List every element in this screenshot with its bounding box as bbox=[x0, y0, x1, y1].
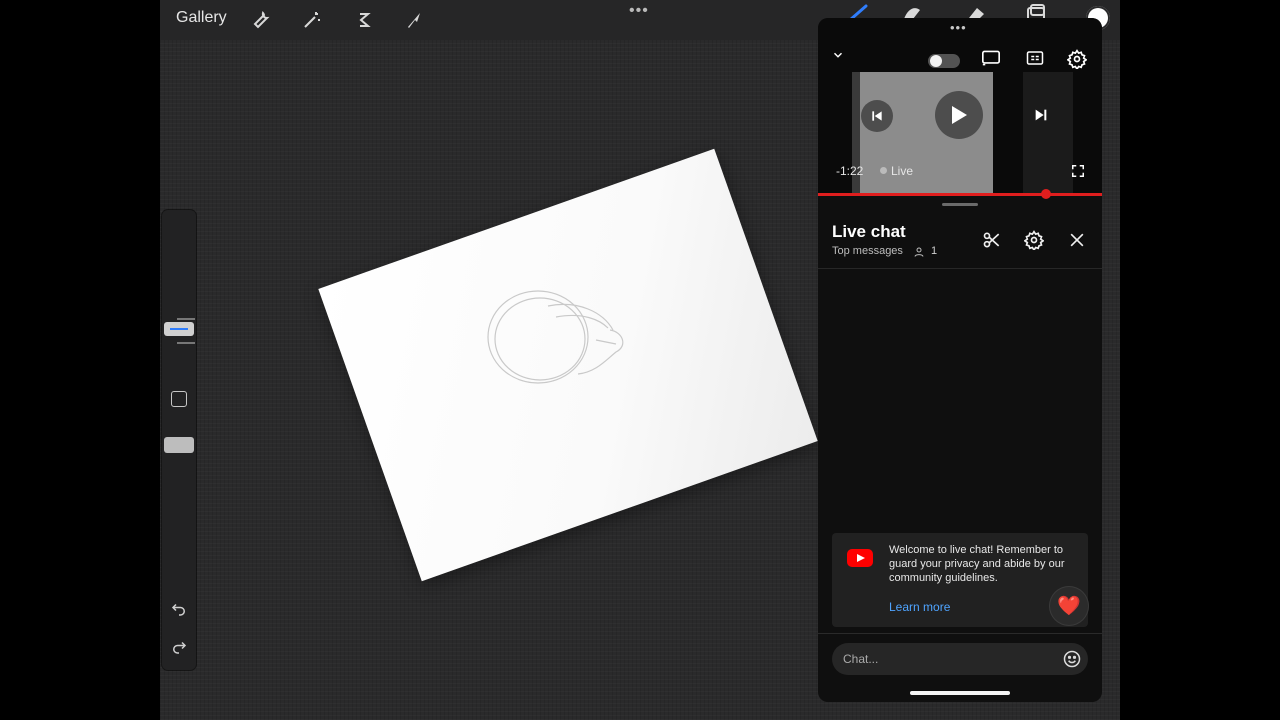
autoplay-toggle[interactable] bbox=[928, 54, 960, 68]
heart-icon: ❤️ bbox=[1057, 596, 1081, 617]
gallery-button[interactable]: Gallery bbox=[176, 9, 227, 27]
transform-arrow-icon[interactable] bbox=[402, 8, 426, 32]
live-label[interactable]: Live bbox=[891, 164, 913, 178]
learn-more-link[interactable]: Learn more bbox=[889, 600, 950, 614]
play-button[interactable] bbox=[935, 91, 983, 139]
chat-header: Live chat Top messages 1 bbox=[818, 210, 1102, 269]
undo-icon[interactable] bbox=[170, 600, 188, 618]
magic-wand-icon[interactable] bbox=[300, 8, 324, 32]
cast-icon[interactable] bbox=[981, 49, 1001, 72]
youtube-logo-icon bbox=[847, 549, 873, 567]
time-remaining: -1:22 bbox=[836, 164, 864, 178]
chat-divider bbox=[818, 633, 1102, 634]
redo-icon[interactable] bbox=[170, 638, 188, 656]
selection-icon[interactable] bbox=[352, 8, 376, 32]
youtube-pip-panel: ••• -1:22 Live Live chat Top messages 1 … bbox=[818, 18, 1102, 702]
more-dots-icon[interactable]: ••• bbox=[629, 2, 649, 20]
home-indicator bbox=[910, 691, 1010, 695]
slider-tick bbox=[177, 318, 195, 320]
captions-icon[interactable] bbox=[1026, 50, 1044, 71]
viewer-count: 1 bbox=[931, 245, 938, 257]
chevron-down-icon[interactable] bbox=[831, 48, 845, 67]
progress-scrubber[interactable] bbox=[1041, 189, 1051, 199]
left-sidebar bbox=[162, 210, 196, 670]
chat-input[interactable]: Chat... bbox=[832, 643, 1088, 675]
slider-tick bbox=[177, 342, 195, 344]
fullscreen-icon[interactable] bbox=[1071, 164, 1085, 183]
pencil-sketch bbox=[487, 290, 624, 384]
close-icon[interactable] bbox=[1067, 230, 1087, 250]
settings-gear-icon[interactable] bbox=[1066, 49, 1088, 74]
top-messages-dropdown[interactable]: Top messages bbox=[832, 245, 903, 257]
live-indicator-dot bbox=[880, 167, 887, 174]
video-side-preview bbox=[1023, 72, 1073, 194]
more-dots-icon[interactable]: ••• bbox=[950, 20, 967, 35]
chat-title: Live chat bbox=[832, 222, 906, 241]
heart-reaction-button[interactable]: ❤️ bbox=[1049, 586, 1089, 626]
next-icon[interactable] bbox=[1033, 107, 1049, 128]
brush-size-handle[interactable] bbox=[164, 322, 194, 336]
welcome-text: Welcome to live chat! Remember to guard … bbox=[889, 544, 1065, 584]
drag-handle[interactable] bbox=[942, 203, 978, 206]
chat-placeholder: Chat... bbox=[843, 652, 879, 666]
brush-size-slider[interactable] bbox=[169, 222, 195, 357]
video-player[interactable]: ••• -1:22 Live bbox=[818, 18, 1102, 199]
scissors-icon[interactable] bbox=[982, 230, 1002, 250]
chat-settings-gear-icon[interactable] bbox=[1023, 230, 1045, 252]
opacity-slider-handle[interactable] bbox=[164, 437, 194, 453]
progress-bar[interactable] bbox=[818, 193, 1102, 196]
modify-button[interactable] bbox=[171, 391, 187, 407]
person-icon bbox=[913, 245, 925, 257]
previous-button[interactable] bbox=[861, 100, 893, 132]
emoji-icon[interactable] bbox=[1062, 649, 1082, 669]
wrench-icon[interactable] bbox=[248, 8, 272, 32]
